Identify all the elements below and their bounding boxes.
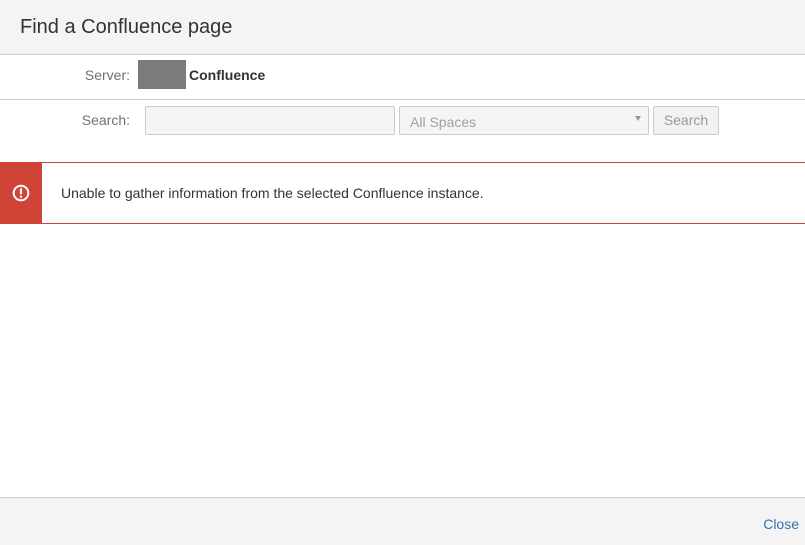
search-input[interactable] <box>145 106 395 135</box>
error-icon-box <box>0 162 42 224</box>
search-button[interactable]: Search <box>653 106 719 135</box>
search-row: Search: All Spaces Search <box>0 100 805 144</box>
error-message: Unable to gather information from the se… <box>0 162 805 224</box>
find-confluence-page-dialog: Find a Confluence page Server: Confluenc… <box>0 0 805 545</box>
search-label: Search: <box>81 112 130 128</box>
error-text: Unable to gather information from the se… <box>61 185 484 201</box>
exclamation-circle-icon <box>12 184 30 202</box>
server-name: Confluence <box>189 67 266 83</box>
server-row: Server: Confluence <box>0 55 805 100</box>
chevron-down-icon <box>635 116 641 121</box>
dialog-header: Find a Confluence page <box>0 0 805 55</box>
server-label: Server: <box>84 67 130 83</box>
space-select-value: All Spaces <box>410 114 477 130</box>
space-select[interactable]: All Spaces <box>399 106 649 135</box>
dialog-title: Find a Confluence page <box>20 16 233 38</box>
dialog-footer: Close <box>0 497 805 545</box>
server-avatar <box>138 60 186 89</box>
close-link[interactable]: Close <box>763 516 799 532</box>
